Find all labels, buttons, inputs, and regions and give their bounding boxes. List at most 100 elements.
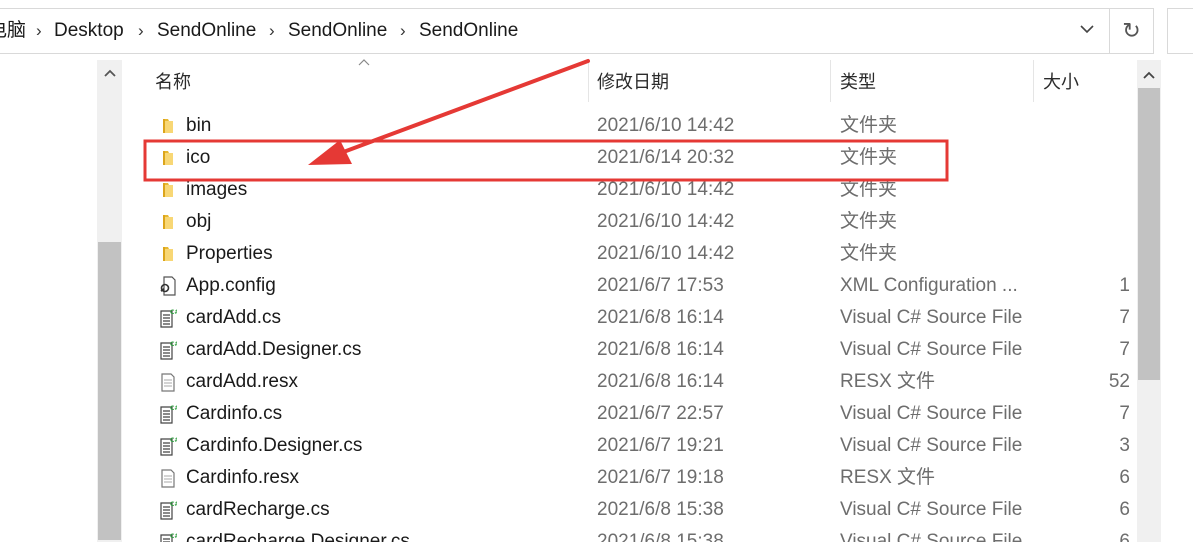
file-type: 文件夹	[840, 147, 898, 168]
file-size: 7	[1119, 307, 1130, 328]
file-type: 文件夹	[840, 115, 898, 136]
svg-text:C#: C#	[170, 437, 177, 444]
file-name: Cardinfo.cs	[186, 403, 283, 424]
file-type: 文件夹	[840, 211, 898, 232]
file-size: 6	[1119, 499, 1130, 520]
file-type: Visual C# Source File	[840, 435, 1023, 456]
column-header-size[interactable]: 大小	[1043, 60, 1079, 104]
nav-pane-scrollbar[interactable]	[97, 60, 122, 542]
file-size: 6	[1119, 531, 1130, 542]
csharp-file-icon: C#	[159, 340, 179, 360]
file-list-scrollbar[interactable]	[1137, 60, 1161, 542]
file-modified-date: 2021/6/8 16:14	[597, 339, 724, 360]
file-size: 7	[1119, 339, 1130, 360]
svg-text:C#: C#	[170, 341, 177, 348]
file-row[interactable]: C# Cardinfo.cs 2021/6/7 22:57 Visual C# Sou…	[150, 398, 1135, 430]
file-row[interactable]: obj 2021/6/10 14:42 文件夹	[150, 206, 1135, 238]
file-type: Visual C# Source File	[840, 403, 1023, 424]
file-row[interactable]: C# cardRecharge.cs 2021/6/8 15:38 Visual C#…	[150, 494, 1135, 526]
file-row[interactable]: C# cardAdd.Designer.cs 2021/6/8 16:14 Visua…	[150, 334, 1135, 366]
address-history-dropdown[interactable]	[1072, 8, 1102, 52]
csharp-file-icon: C#	[159, 532, 179, 542]
breadcrumb-separator[interactable]: ›	[269, 9, 275, 53]
file-name: cardAdd.Designer.cs	[186, 339, 362, 360]
file-row[interactable]: ico 2021/6/14 20:32 文件夹	[150, 142, 1135, 174]
csharp-file-icon: C#	[159, 404, 179, 424]
file-modified-date: 2021/6/7 22:57	[597, 403, 724, 424]
file-name: cardRecharge.Designer.cs	[186, 531, 410, 542]
scrollbar-thumb[interactable]	[1138, 88, 1160, 380]
search-input[interactable]	[1167, 8, 1193, 54]
file-modified-date: 2021/6/14 20:32	[597, 147, 735, 168]
breadcrumb-separator[interactable]: ›	[400, 9, 406, 53]
column-divider[interactable]	[830, 60, 831, 102]
column-header-date[interactable]: 修改日期	[597, 60, 669, 104]
config-file-icon	[159, 276, 177, 296]
file-name: cardAdd.cs	[186, 307, 282, 328]
column-header-name[interactable]: 名称	[155, 60, 191, 104]
column-divider[interactable]	[588, 60, 589, 102]
column-divider[interactable]	[1033, 60, 1034, 102]
csharp-file-icon: C#	[159, 308, 179, 328]
breadcrumb-item-sendonline-1[interactable]: SendOnline	[157, 9, 256, 53]
file-row[interactable]: C# Cardinfo.Designer.cs 2021/6/7 19:21 Visu…	[150, 430, 1135, 462]
refresh-button[interactable]: ↻	[1110, 8, 1154, 54]
folder-icon	[159, 180, 177, 200]
resx-file-icon	[159, 468, 177, 488]
svg-text:C#: C#	[170, 533, 177, 540]
file-row[interactable]: C# cardAdd.cs 2021/6/8 16:14 Visual C# Sour…	[150, 302, 1135, 334]
file-name: Cardinfo.Designer.cs	[186, 435, 363, 456]
scroll-up-arrow-icon[interactable]	[1137, 64, 1161, 86]
file-modified-date: 2021/6/7 19:18	[597, 467, 724, 488]
file-name: App.config	[186, 275, 276, 296]
column-header-type[interactable]: 类型	[840, 60, 876, 104]
file-size: 1	[1119, 275, 1130, 296]
breadcrumb-separator[interactable]: ›	[36, 9, 42, 53]
file-modified-date: 2021/6/7 17:53	[597, 275, 724, 296]
file-modified-date: 2021/6/10 14:42	[597, 179, 735, 200]
breadcrumb-item-sendonline-2[interactable]: SendOnline	[288, 9, 387, 53]
file-type: Visual C# Source File	[840, 307, 1023, 328]
scrollbar-thumb[interactable]	[98, 242, 121, 540]
file-row[interactable]: cardAdd.resx 2021/6/8 16:14 RESX 文件 52	[150, 366, 1135, 398]
file-name: cardRecharge.cs	[186, 499, 330, 520]
file-modified-date: 2021/6/8 15:38	[597, 499, 724, 520]
address-bar[interactable]: 电脑 › Desktop › SendOnline › SendOnline ›…	[0, 8, 1110, 54]
file-type: Visual C# Source File	[840, 531, 1023, 542]
file-row[interactable]: Cardinfo.resx 2021/6/7 19:18 RESX 文件 6	[150, 462, 1135, 494]
breadcrumb-item-computer[interactable]: 电脑	[0, 9, 26, 53]
file-type: RESX 文件	[840, 467, 936, 488]
file-modified-date: 2021/6/10 14:42	[597, 115, 735, 136]
breadcrumb-item-desktop[interactable]: Desktop	[54, 9, 124, 53]
csharp-file-icon: C#	[159, 500, 179, 520]
file-type: 文件夹	[840, 179, 898, 200]
file-modified-date: 2021/6/8 16:14	[597, 307, 724, 328]
resx-file-icon	[159, 372, 177, 392]
svg-text:C#: C#	[170, 309, 177, 316]
scroll-up-arrow-icon[interactable]	[97, 62, 122, 84]
file-type: RESX 文件	[840, 371, 936, 392]
file-row[interactable]: C# cardRecharge.Designer.cs 2021/6/8 15:38…	[150, 526, 1135, 542]
csharp-file-icon: C#	[159, 436, 179, 456]
refresh-icon: ↻	[1122, 18, 1141, 43]
svg-text:C#: C#	[170, 405, 177, 412]
folder-icon	[159, 116, 177, 136]
folder-icon	[159, 212, 177, 232]
breadcrumb-separator[interactable]: ›	[138, 9, 144, 53]
file-size: 52	[1108, 371, 1130, 392]
file-name: ico	[186, 147, 211, 168]
file-row[interactable]: Properties 2021/6/10 14:42 文件夹	[150, 238, 1135, 270]
file-type: Visual C# Source File	[840, 499, 1023, 520]
chevron-down-icon	[1080, 25, 1094, 34]
file-row[interactable]: bin 2021/6/10 14:42 文件夹	[150, 110, 1135, 142]
file-row[interactable]: images 2021/6/10 14:42 文件夹	[150, 174, 1135, 206]
sort-ascending-icon	[358, 54, 370, 69]
file-type: XML Configuration ...	[840, 275, 1018, 296]
file-size: 7	[1119, 403, 1130, 424]
svg-text:C#: C#	[170, 501, 177, 508]
breadcrumb-item-sendonline-3[interactable]: SendOnline	[419, 9, 518, 53]
file-row[interactable]: App.config 2021/6/7 17:53 XML Configuratio…	[150, 270, 1135, 302]
file-type: 文件夹	[840, 243, 898, 264]
file-type: Visual C# Source File	[840, 339, 1023, 360]
file-modified-date: 2021/6/8 16:14	[597, 371, 724, 392]
